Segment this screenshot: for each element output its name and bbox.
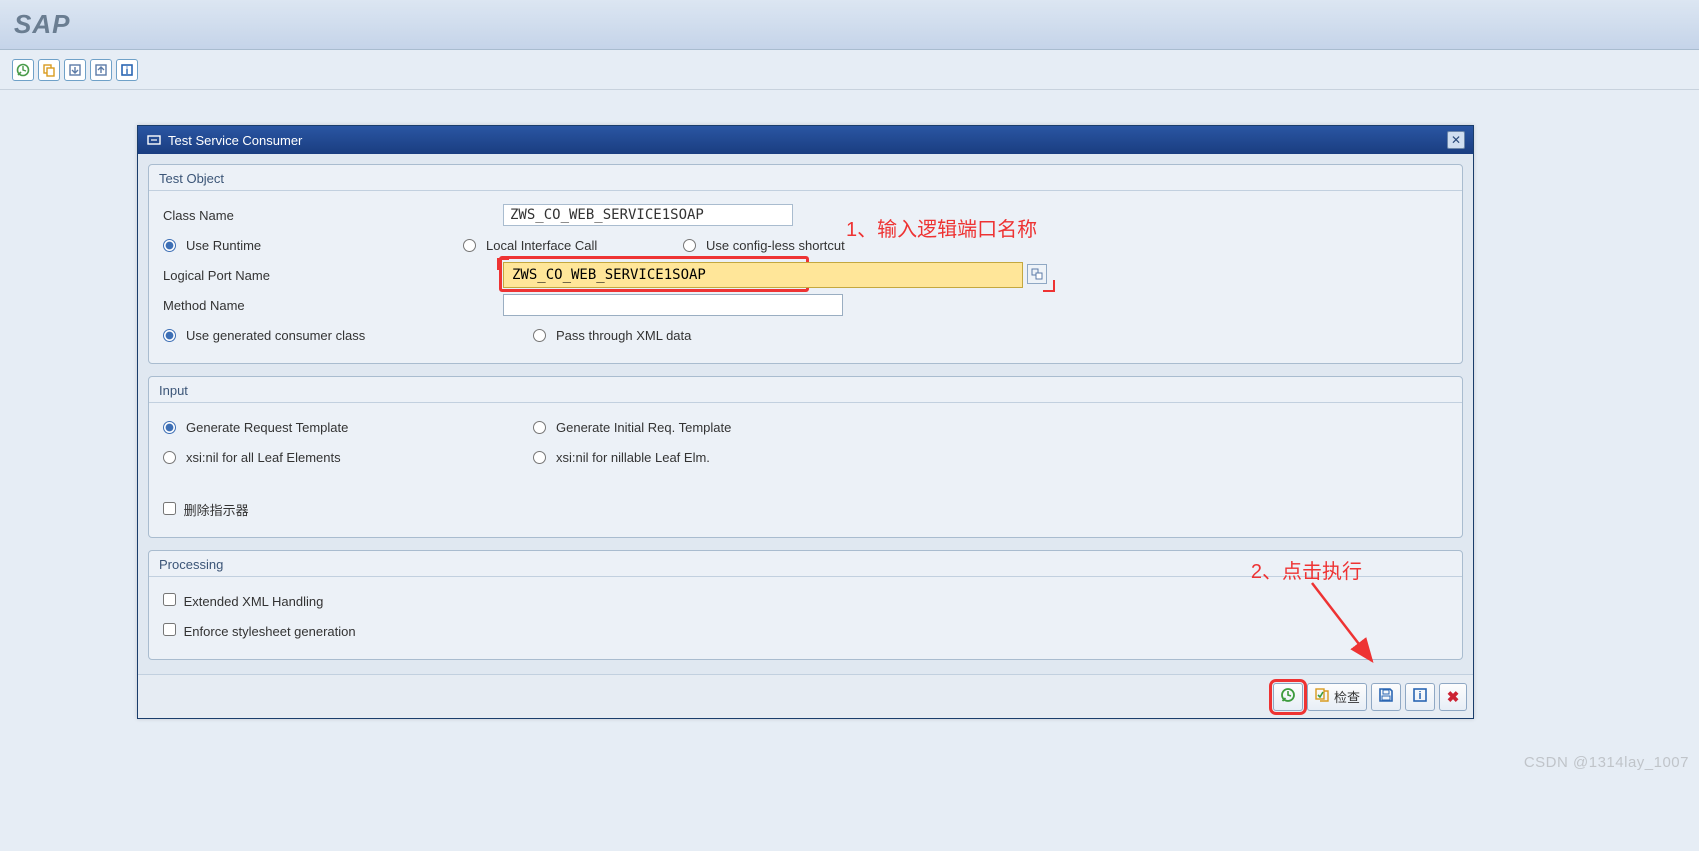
copy-icon[interactable] <box>38 59 60 81</box>
dialog-body: Test Object Class Name ZWS_CO_WEB_SERVIC… <box>138 154 1473 674</box>
method-name-input[interactable] <box>503 294 843 316</box>
radio-gen-req[interactable]: Generate Request Template <box>163 420 503 435</box>
radio-use-runtime[interactable]: Use Runtime <box>163 238 503 253</box>
radio-nil-all-label: xsi:nil for all Leaf Elements <box>186 450 341 465</box>
import-icon[interactable] <box>64 59 86 81</box>
chk-delete-indicator-label: 删除指示器 <box>184 503 249 518</box>
radio-gen-req-label: Generate Request Template <box>186 420 348 435</box>
radio-nil-nillable[interactable]: xsi:nil for nillable Leaf Elm. <box>533 450 873 465</box>
radio-nil-all-input[interactable] <box>163 451 176 464</box>
radio-local-call[interactable]: Local Interface Call <box>463 238 623 253</box>
svg-text:i: i <box>1418 690 1421 702</box>
radio-gen-consumer[interactable]: Use generated consumer class <box>163 328 503 343</box>
chk-delete-indicator[interactable]: 删除指示器 <box>163 500 249 519</box>
info-icon: i <box>1412 687 1428 707</box>
radio-gen-consumer-label: Use generated consumer class <box>186 328 365 343</box>
group-processing: Processing Extended XML Handling Enforce… <box>148 550 1463 660</box>
save-icon <box>1378 687 1394 707</box>
chk-enforce-xslt[interactable]: Enforce stylesheet generation <box>163 623 356 639</box>
group-test-object: Test Object Class Name ZWS_CO_WEB_SERVIC… <box>148 164 1463 364</box>
chk-enforce-xslt-label: Enforce stylesheet generation <box>184 624 356 639</box>
check-button-label: 检查 <box>1334 687 1360 706</box>
radio-use-runtime-input[interactable] <box>163 239 176 252</box>
export-icon[interactable] <box>90 59 112 81</box>
dialog-title: Test Service Consumer <box>168 133 302 148</box>
radio-gen-init-label: Generate Initial Req. Template <box>556 420 731 435</box>
sap-logo: SAP <box>14 9 70 40</box>
radio-gen-consumer-input[interactable] <box>163 329 176 342</box>
radio-gen-init[interactable]: Generate Initial Req. Template <box>533 420 873 435</box>
watermark-text: CSDN @1314lay_1007 <box>1524 754 1689 771</box>
main-toolbar: i <box>0 50 1699 90</box>
chk-ext-xml-input[interactable] <box>163 593 176 606</box>
window-icon <box>146 132 162 148</box>
save-button[interactable] <box>1371 683 1401 711</box>
group-title: Input <box>149 377 1462 403</box>
radio-passthrough[interactable]: Pass through XML data <box>533 328 873 343</box>
class-name-field: ZWS_CO_WEB_SERVICE1SOAP <box>503 204 793 226</box>
radio-configless-label: Use config-less shortcut <box>706 238 845 253</box>
radio-passthrough-input[interactable] <box>533 329 546 342</box>
radio-nil-nillable-label: xsi:nil for nillable Leaf Elm. <box>556 450 710 465</box>
logical-port-input[interactable] <box>503 262 1023 288</box>
radio-nil-nillable-input[interactable] <box>533 451 546 464</box>
chk-ext-xml[interactable]: Extended XML Handling <box>163 593 323 609</box>
chk-enforce-xslt-input[interactable] <box>163 623 176 636</box>
check-icon <box>1314 687 1330 707</box>
group-input: Input Generate Request Template Generate… <box>148 376 1463 538</box>
radio-gen-init-input[interactable] <box>533 421 546 434</box>
svg-text:i: i <box>126 66 129 77</box>
execute-icon[interactable] <box>12 59 34 81</box>
method-name-label: Method Name <box>163 298 503 313</box>
check-button[interactable]: 检查 <box>1307 683 1367 711</box>
dialog-close-button[interactable]: ✕ <box>1447 131 1465 149</box>
radio-gen-req-input[interactable] <box>163 421 176 434</box>
info-icon[interactable]: i <box>116 59 138 81</box>
execute-button[interactable] <box>1273 683 1303 711</box>
info-button[interactable]: i <box>1405 683 1435 711</box>
test-service-consumer-dialog: Test Service Consumer ✕ Test Object Clas… <box>137 125 1474 719</box>
radio-local-call-input[interactable] <box>463 239 476 252</box>
close-icon: ✖ <box>1447 688 1460 706</box>
f4-help-button[interactable] <box>1027 264 1047 284</box>
app-titlebar: SAP <box>0 0 1699 50</box>
chk-delete-indicator-input[interactable] <box>163 502 176 515</box>
class-name-label: Class Name <box>163 208 503 223</box>
radio-nil-all[interactable]: xsi:nil for all Leaf Elements <box>163 450 503 465</box>
radio-configless-input[interactable] <box>683 239 696 252</box>
dialog-footer: 检查 i ✖ <box>138 674 1473 718</box>
radio-use-runtime-label: Use Runtime <box>186 238 261 253</box>
logical-port-label: Logical Port Name <box>163 268 503 283</box>
group-title: Test Object <box>149 165 1462 191</box>
annotation-text-2: 2、点击执行 <box>1251 555 1362 584</box>
radio-local-call-label: Local Interface Call <box>486 238 597 253</box>
dialog-titlebar[interactable]: Test Service Consumer ✕ <box>138 126 1473 154</box>
chk-ext-xml-label: Extended XML Handling <box>184 594 324 609</box>
annotation-text-1: 1、输入逻辑端口名称 <box>846 213 1037 242</box>
execute-icon <box>1280 687 1296 707</box>
radio-passthrough-label: Pass through XML data <box>556 328 691 343</box>
close-button[interactable]: ✖ <box>1439 683 1467 711</box>
